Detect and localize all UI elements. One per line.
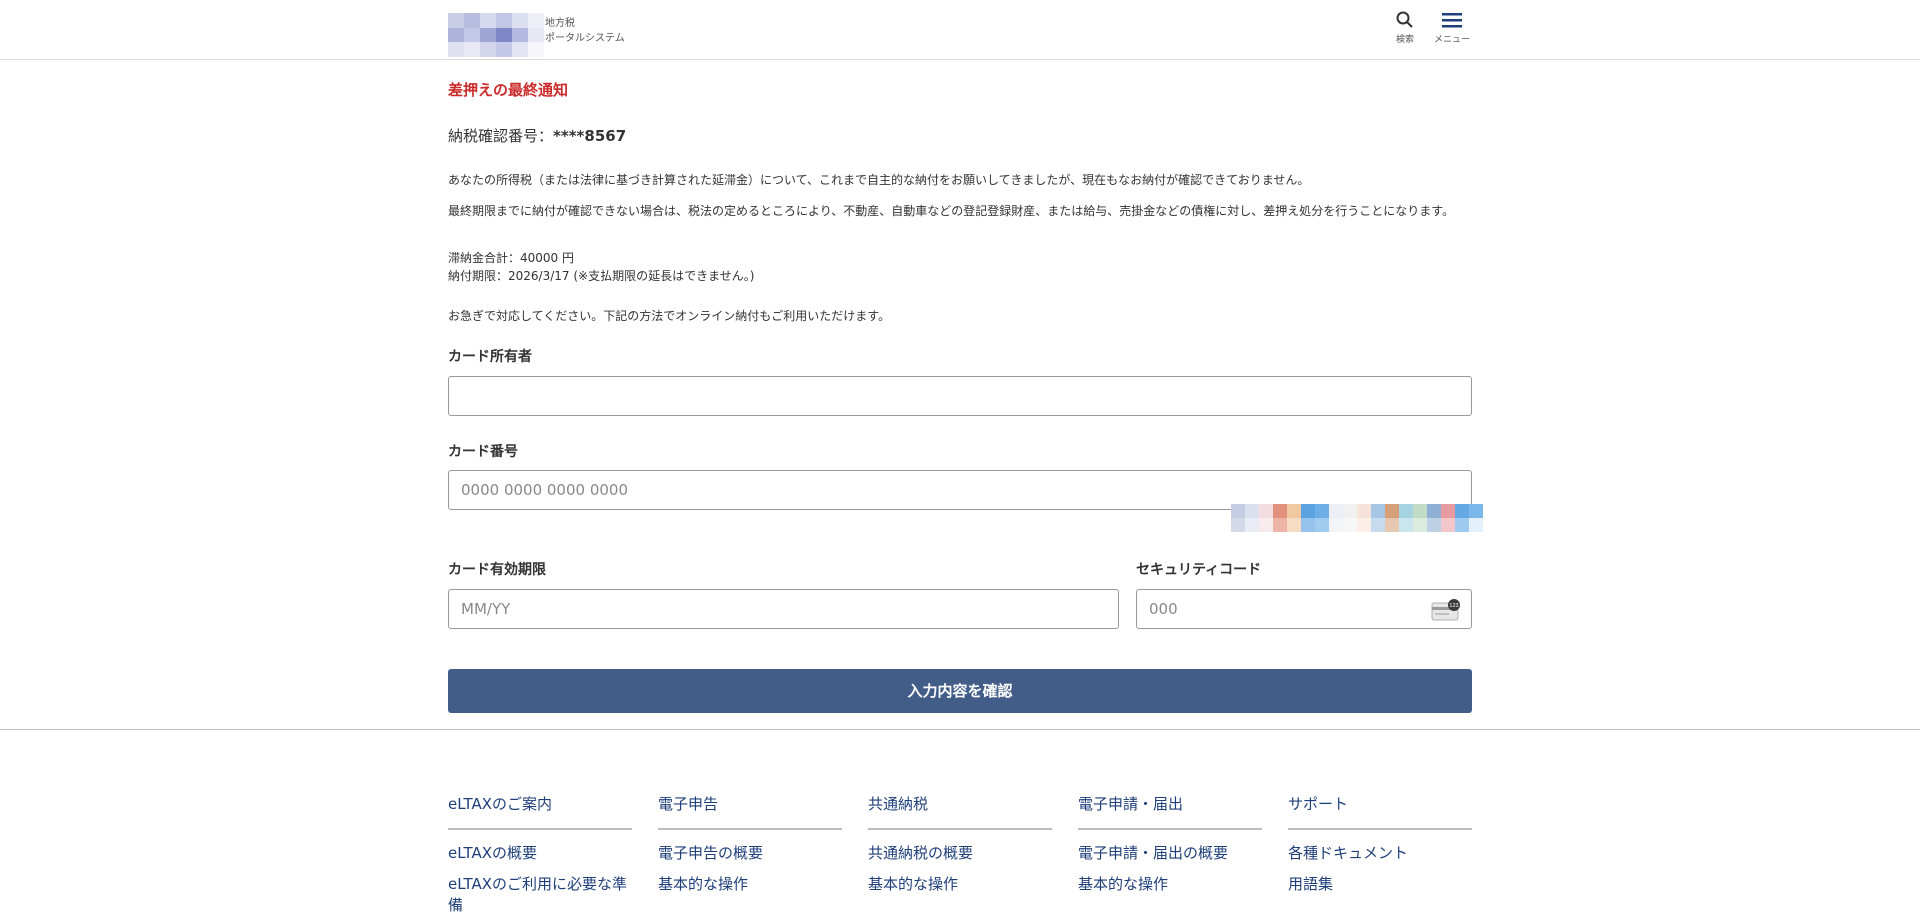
footer-link[interactable]: eLTAXのご利用に必要な準備 (448, 874, 632, 916)
footer-heading[interactable]: eLTAXのご案内 (448, 793, 632, 830)
search-button[interactable]: 検索 (1380, 10, 1430, 45)
hamburger-menu-icon (1442, 13, 1462, 28)
footer-heading[interactable]: 電子申請・届出 (1078, 793, 1262, 830)
search-icon (1396, 11, 1413, 28)
logo-line-1: 地方税 (545, 18, 575, 29)
card-holder-label: カード所有者 (448, 349, 532, 365)
site-header: 地方税 ポータルシステム 検索 メニュー (0, 0, 1920, 60)
footer-link[interactable]: 電子申請・届出の概要 (1078, 843, 1262, 864)
footer-heading[interactable]: サポート (1288, 793, 1472, 830)
expiry-label: カード有効期限 (448, 562, 546, 578)
footer-link[interactable]: 基本的な操作 (1078, 874, 1262, 895)
card-brand-logos (1231, 504, 1483, 532)
expiry-input[interactable]: MM/YY (448, 589, 1119, 629)
tax-confirmation-number: 納税確認番号：****8567 (448, 125, 626, 146)
notice-title: 差押えの最終通知 (448, 81, 569, 99)
search-label: 検索 (1395, 35, 1414, 45)
footer-heading[interactable]: 共通納税 (868, 793, 1052, 830)
footer-link[interactable]: 基本的な操作 (658, 874, 842, 895)
card-number-label: カード番号 (448, 444, 518, 460)
menu-button[interactable]: メニュー (1427, 10, 1477, 45)
footer-divider (0, 729, 1920, 730)
card-holder-input[interactable] (448, 376, 1472, 416)
footer-heading[interactable]: 電子申告 (658, 793, 842, 830)
security-code-input[interactable]: 000 123 (1136, 589, 1472, 629)
footer-link[interactable]: 基本的な操作 (868, 874, 1052, 895)
security-code-placeholder: 000 (1149, 600, 1178, 618)
confirm-input-button[interactable]: 入力内容を確認 (448, 669, 1472, 713)
tax-no-label: 納税確認番号： (448, 127, 554, 145)
notice-paragraph-1: あなたの所得税（または法律に基づき計算された延滞金）について、これまで自主的な納… (448, 173, 1310, 187)
footer-link[interactable]: 用語集 (1288, 874, 1472, 895)
logo-image[interactable] (448, 13, 544, 57)
payment-deadline: 納付期限：2026/3/17 (※支払期限の延長はできません。) (448, 269, 755, 283)
cvc-icon-text: 123 (1449, 603, 1458, 609)
footer-link[interactable]: 共通納税の概要 (868, 843, 1052, 864)
urge-message: お急ぎで対応してください。下記の方法でオンライン納付もご利用いただけます。 (448, 309, 891, 323)
notice-paragraph-2: 最終期限までに納付が確認できない場合は、税法の定めるところにより、不動産、自動車… (448, 204, 1455, 218)
amount-due: 滞納金合計：40000 円 (448, 251, 574, 265)
security-code-label: セキュリティコード (1136, 562, 1262, 578)
footer-link[interactable]: 各種ドキュメント (1288, 843, 1472, 864)
menu-label: メニュー (1433, 35, 1470, 45)
footer-link[interactable]: 電子申告の概要 (658, 843, 842, 864)
logo-line-2: ポータルシステム (545, 33, 625, 44)
logo-text: 地方税 ポータルシステム (545, 16, 625, 46)
cvc-card-icon: 123 (1431, 599, 1460, 621)
footer-link[interactable]: eLTAXの概要 (448, 843, 632, 864)
tax-no-value: ****8567 (553, 127, 627, 145)
